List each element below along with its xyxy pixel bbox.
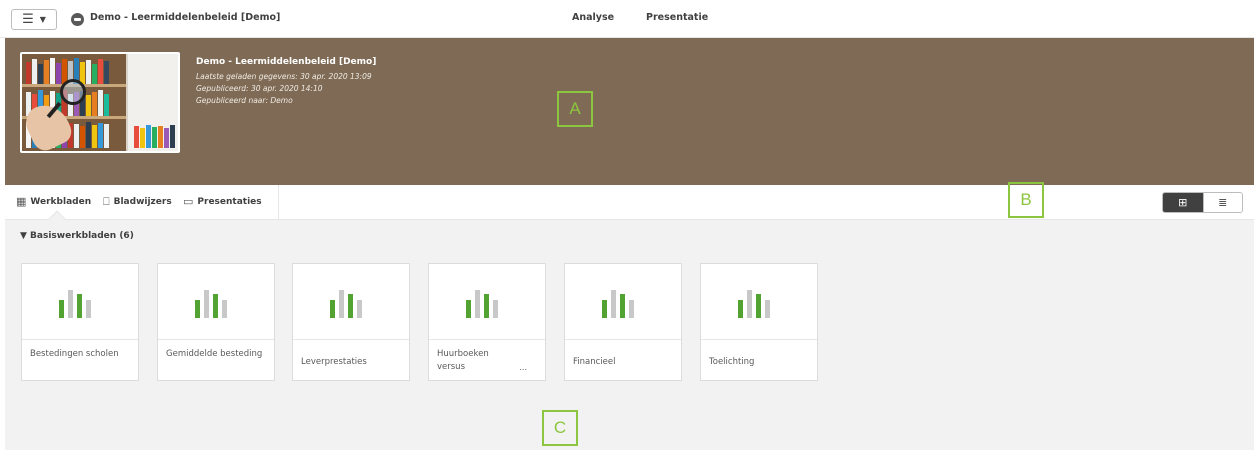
presentation-icon: ▭: [183, 195, 194, 208]
sheet-thumbnail: [22, 264, 138, 340]
sheet-card[interactable]: Gemiddelde besteding: [157, 263, 275, 381]
sheet-thumbnail: [565, 264, 681, 340]
tabs-bar: ▦ Werkbladen ⎕ Bladwijzers ▭ Presentatie…: [5, 182, 1254, 220]
nav-presentatie[interactable]: Presentatie: [646, 12, 708, 23]
bar-chart-icon: [59, 286, 103, 318]
bar-chart-icon: [330, 286, 374, 318]
tab-presentaties[interactable]: ▭ Presentaties: [183, 196, 262, 207]
nav-analyse[interactable]: Analyse: [572, 12, 614, 23]
callout-b: B: [1008, 182, 1044, 218]
sheet-card[interactable]: Financieel: [564, 263, 682, 381]
sheet-card[interactable]: Huurboeken versus ...: [428, 263, 546, 381]
app-thumbnail: [20, 52, 180, 153]
sheet-card[interactable]: Bestedingen scholen: [21, 263, 139, 381]
grid-icon: ⊞: [1178, 196, 1188, 209]
sheet-title: Toelichting: [709, 357, 755, 367]
magnifier-icon: [60, 79, 86, 105]
callout-a: A: [557, 91, 593, 127]
top-bar: ☰ ▼ Demo - Leermiddelenbeleid [Demo] Ana…: [0, 0, 1254, 38]
sheets-panel: ▼ Basiswerkbladen (6) Bestedingen schole…: [5, 210, 1254, 450]
title-ellipsis: ...: [519, 363, 527, 372]
list-view-button[interactable]: ≣: [1202, 193, 1242, 212]
bar-chart-icon: [466, 286, 510, 318]
bar-chart-icon: [738, 286, 782, 318]
list-icon: ≣: [1218, 196, 1228, 209]
tab-bladwijzers[interactable]: ⎕ Bladwijzers: [103, 196, 172, 207]
sheet-title: Bestedingen scholen: [30, 349, 119, 359]
sheet-card[interactable]: Leverprestaties: [292, 263, 410, 381]
hero-title: Demo - Leermiddelenbeleid [Demo]: [196, 57, 377, 67]
section-basiswerkbladen[interactable]: ▼ Basiswerkbladen (6): [20, 231, 134, 241]
sheet-thumbnail: [701, 264, 817, 340]
sheet-title: Leverprestaties: [301, 357, 367, 367]
hero-meta-published: Gepubliceerd: 30 apr. 2020 14:10: [196, 84, 323, 93]
app-title[interactable]: Demo - Leermiddelenbeleid [Demo]: [90, 12, 280, 23]
sheet-title: Gemiddelde besteding: [166, 349, 263, 359]
view-toggle: ⊞ ≣: [1162, 192, 1243, 213]
bar-chart-icon: [602, 286, 646, 318]
sheets-icon: ▦: [16, 195, 27, 208]
hero-meta-published-to: Gepubliceerd naar: Demo: [196, 96, 293, 105]
caret-down-icon: ▼: [39, 15, 46, 24]
hamburger-icon: ☰: [22, 12, 34, 27]
grid-view-button[interactable]: ⊞: [1163, 193, 1203, 212]
tab-werkbladen[interactable]: ▦ Werkbladen: [16, 196, 91, 207]
global-menu-button[interactable]: ☰ ▼: [11, 9, 57, 30]
sheet-card[interactable]: Toelichting: [700, 263, 818, 381]
sheet-title: Financieel: [573, 357, 616, 367]
bar-chart-icon: [195, 286, 239, 318]
callout-c: C: [542, 410, 578, 446]
bookmark-icon: ⎕: [103, 195, 110, 208]
app-icon: [71, 13, 84, 26]
app-overview-header: Demo - Leermiddelenbeleid [Demo] Laatste…: [5, 38, 1254, 185]
sheet-thumbnail: [293, 264, 409, 340]
sheet-thumbnail: [429, 264, 545, 340]
sheet-thumbnail: [158, 264, 274, 340]
sheet-title: Huurboeken versus: [437, 349, 489, 372]
hero-meta-reload: Laatste geladen gegevens: 30 apr. 2020 1…: [196, 72, 372, 81]
